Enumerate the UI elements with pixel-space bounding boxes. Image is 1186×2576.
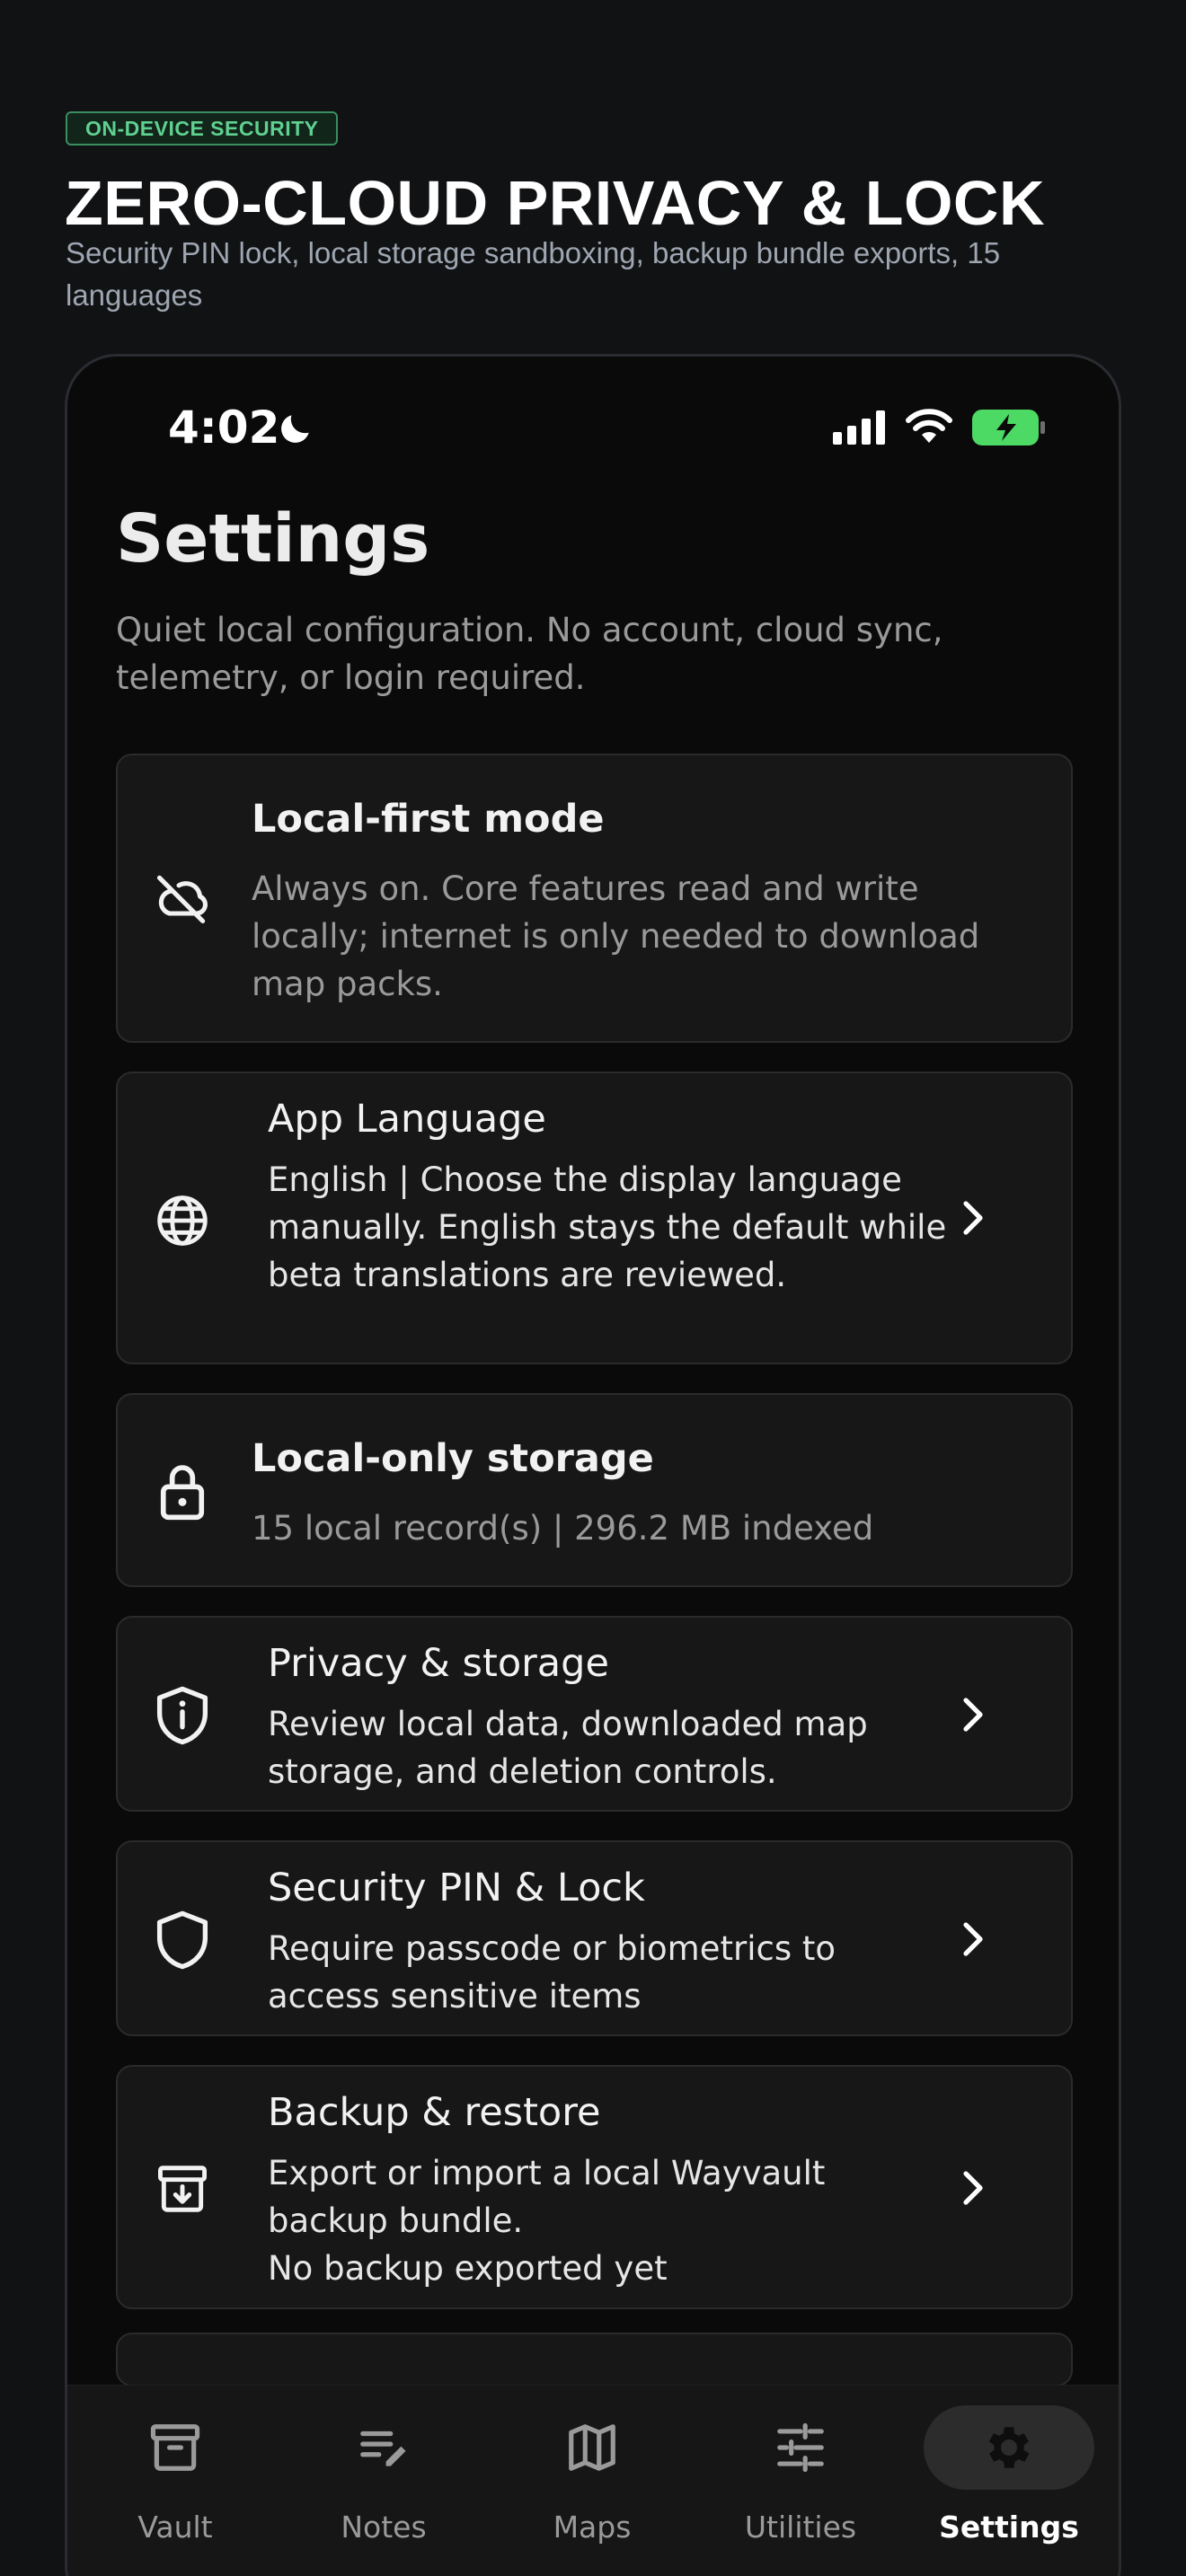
hero-title: ZERO-CLOUD PRIVACY & LOCK (65, 168, 1046, 238)
security-pin-lock-card[interactable]: Security PIN & Lock Require passcode or … (116, 1840, 1073, 2036)
wifi-icon (906, 409, 952, 443)
signal-icon (833, 410, 885, 445)
tab-label: Utilities (744, 2510, 857, 2545)
backup-restore-card[interactable]: Backup & restore Export or import a loca… (116, 2065, 1073, 2309)
tab-maps[interactable]: Maps (504, 2405, 680, 2576)
chevron-right-icon (956, 1921, 992, 1957)
chevron-right-icon (956, 1200, 992, 1236)
card-body: Require passcode or biometrics to access… (268, 1929, 836, 2016)
tab-label: Settings (939, 2510, 1079, 2545)
archive-box-icon (90, 2405, 261, 2490)
bottom-tab-bar: Vault Notes Maps Utilities Settings (67, 2385, 1119, 2576)
gear-icon (924, 2405, 1094, 2490)
hero-subtitle: Security PIN lock, local storage sandbox… (66, 236, 1001, 312)
battery-charging-icon (972, 410, 1045, 446)
local-first-mode-card: Local-first mode Always on. Core feature… (116, 754, 1073, 1043)
phone-frame: 4:02 Settings Quiet local configuration.… (65, 354, 1121, 2576)
card-title: App Language (268, 1097, 546, 1142)
tab-settings[interactable]: Settings (921, 2405, 1097, 2576)
card-title: Security PIN & Lock (268, 1866, 645, 1910)
tab-notes[interactable]: Notes (296, 2405, 472, 2576)
map-icon (507, 2405, 677, 2490)
tab-label: Notes (341, 2510, 427, 2545)
card-body: 15 local record(s) | 296.2 MB indexed (252, 1509, 874, 1548)
tab-utilities[interactable]: Utilities (712, 2405, 889, 2576)
app-language-card[interactable]: App Language English | Choose the displa… (116, 1072, 1073, 1364)
sliders-icon (715, 2405, 886, 2490)
tab-label: Maps (553, 2510, 632, 2545)
shield-icon (152, 1910, 213, 1971)
card-body: English | Choose the display language ma… (268, 1160, 947, 1294)
card-title: Local-only storage (252, 1436, 654, 1481)
card-title: Privacy & storage (268, 1641, 609, 1686)
page-title: Settings (116, 500, 430, 578)
shield-info-icon (152, 1685, 213, 1746)
on-device-badge: ON-DEVICE SECURITY (66, 111, 339, 146)
privacy-storage-card[interactable]: Privacy & storage Review local data, dow… (116, 1616, 1073, 1812)
card-body: Review local data, downloaded map storag… (268, 1705, 868, 1791)
backup-status: No backup exported yet (268, 2249, 668, 2288)
moon-icon (281, 415, 309, 443)
chevron-right-icon (956, 2170, 992, 2206)
chevron-right-icon (956, 1697, 992, 1733)
local-only-storage-card: Local-only storage 15 local record(s) | … (116, 1393, 1073, 1587)
notes-edit-icon (298, 2405, 469, 2490)
card-body: Export or import a local Wayvault backup… (268, 2154, 826, 2240)
card-body: Always on. Core features read and write … (252, 869, 980, 1003)
page-description: Quiet local configuration. No account, c… (116, 611, 943, 697)
globe-icon (152, 1190, 213, 1251)
card-title: Backup & restore (268, 2090, 601, 2135)
archive-download-icon (152, 2158, 213, 2219)
cloud-off-icon (152, 868, 213, 929)
status-time: 4:02 (168, 401, 280, 454)
card-title: Local-first mode (252, 797, 605, 842)
tab-label: Vault (137, 2510, 213, 2545)
next-card-partial (116, 2333, 1073, 2386)
tab-vault[interactable]: Vault (87, 2405, 263, 2576)
lock-icon (152, 1461, 213, 1522)
